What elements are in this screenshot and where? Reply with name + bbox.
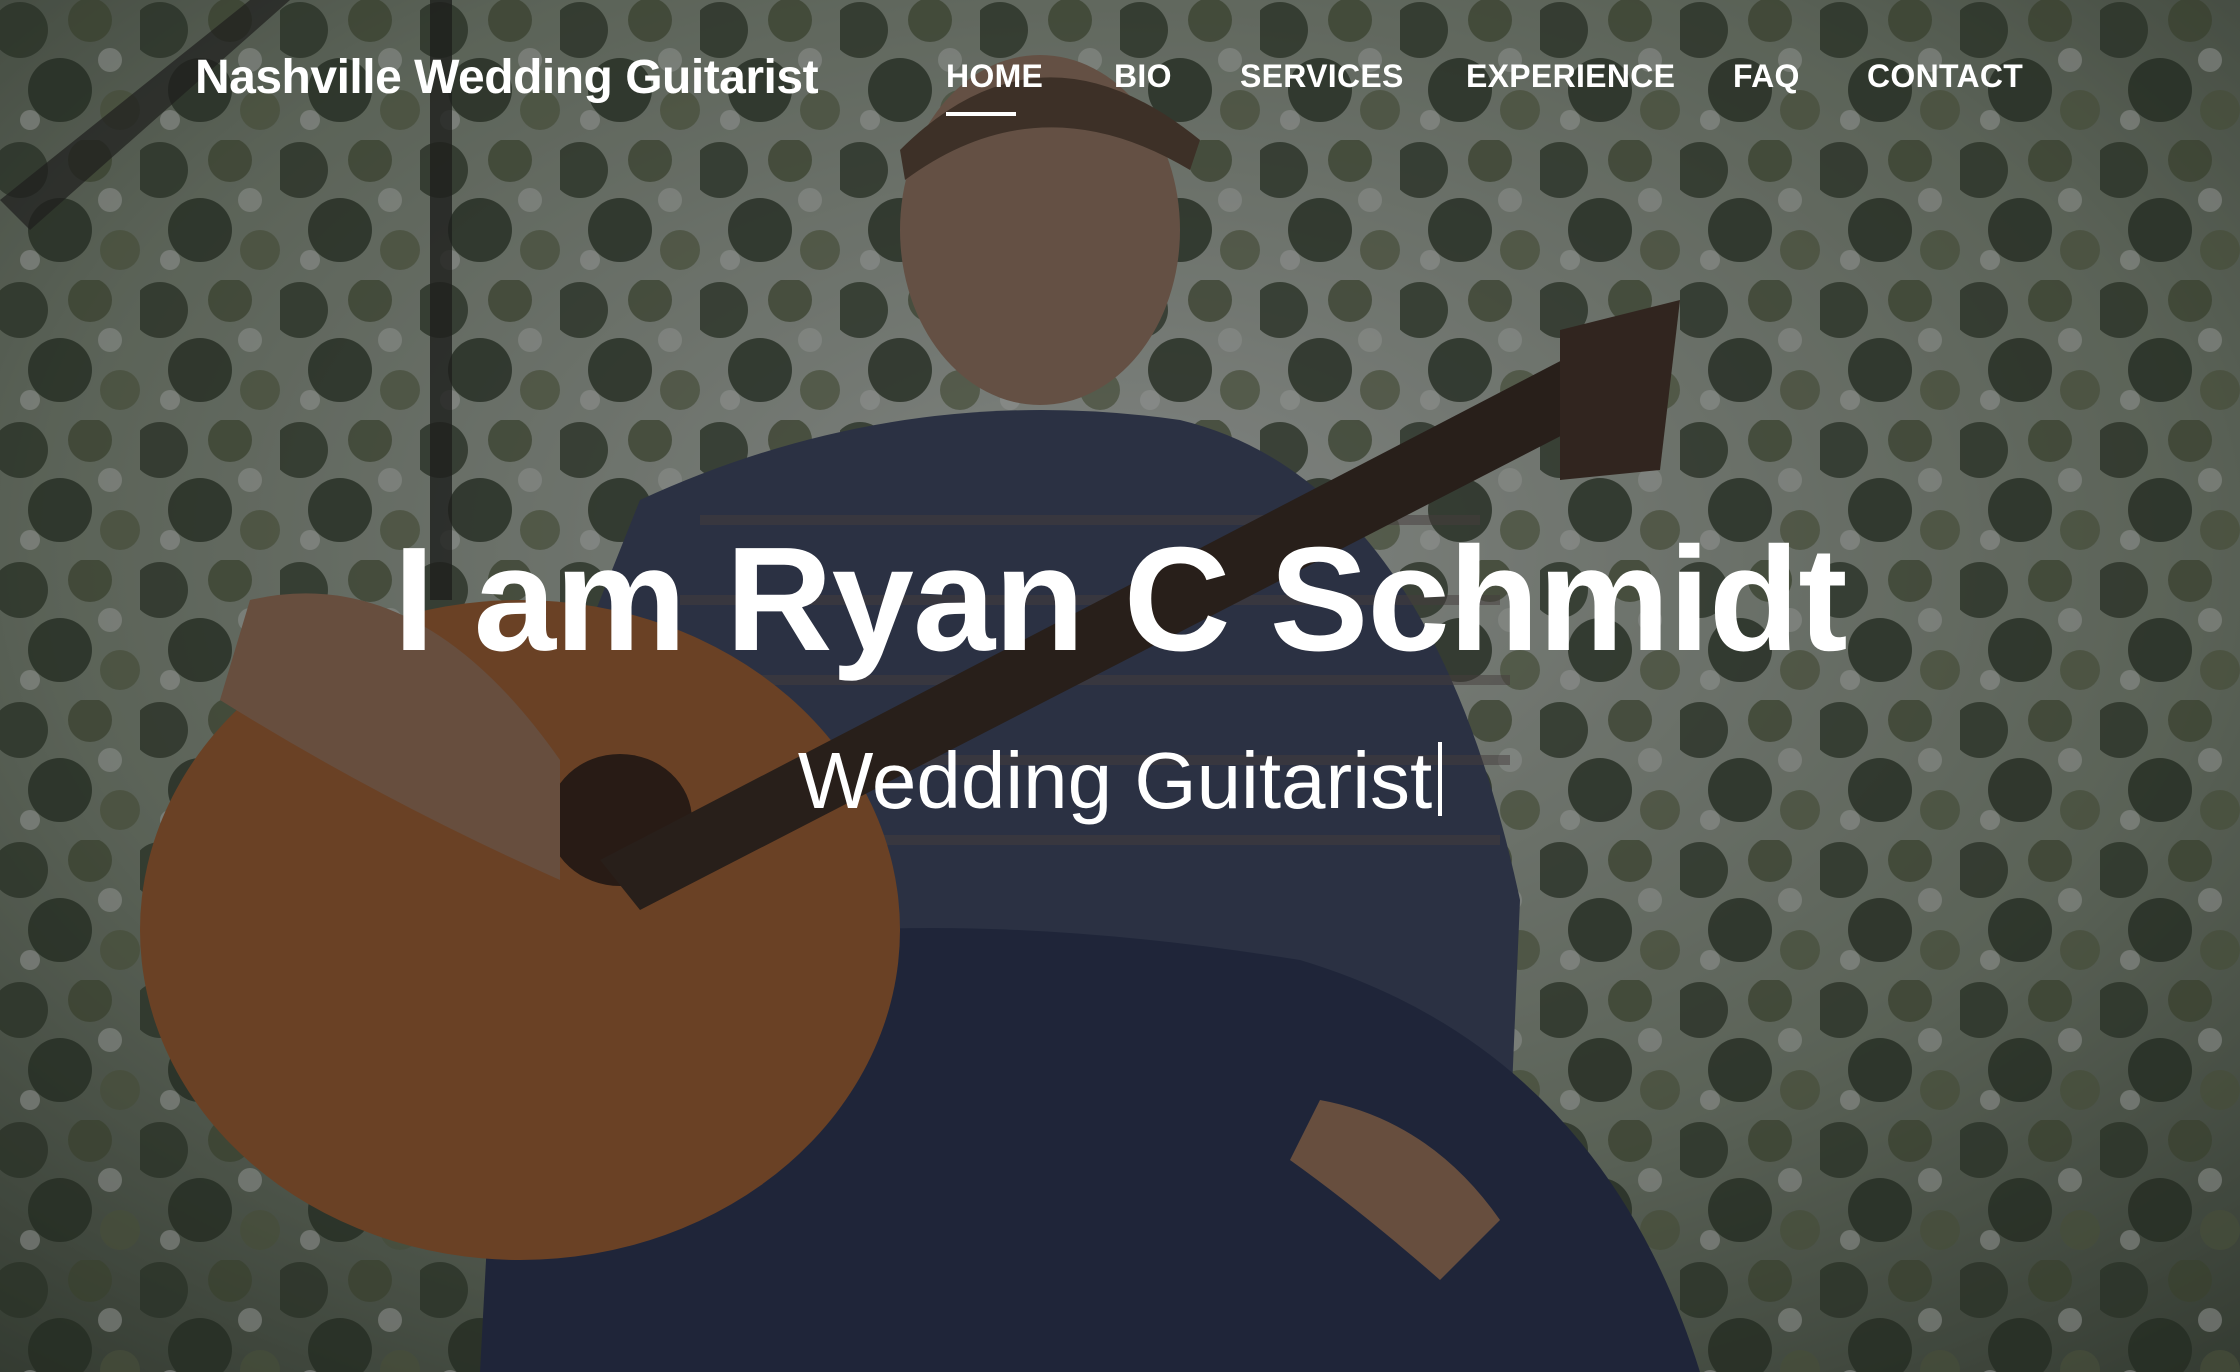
nav-item-bio[interactable]: BIO	[1114, 58, 1172, 95]
hero-title: I am Ryan C Schmidt	[393, 517, 1847, 682]
hero-overlay	[0, 0, 2240, 1372]
main-nav: HOME BIO SERVICES EXPERIENCE FAQ CONTACT	[0, 58, 2240, 128]
typing-cursor	[1438, 742, 1443, 816]
nav-item-experience[interactable]: EXPERIENCE	[1466, 58, 1675, 95]
hero-subtitle-text: Wedding Guitarist	[797, 736, 1433, 825]
hero-subtitle: Wedding Guitarist	[0, 735, 2240, 827]
nav-item-faq[interactable]: FAQ	[1733, 58, 1800, 95]
hero-section: Nashville Wedding Guitarist HOME BIO SER…	[0, 0, 2240, 1372]
site-header: Nashville Wedding Guitarist HOME BIO SER…	[0, 0, 2240, 170]
nav-item-home[interactable]: HOME	[946, 58, 1043, 116]
nav-item-contact[interactable]: CONTACT	[1867, 58, 2023, 95]
nav-item-services[interactable]: SERVICES	[1240, 58, 1404, 95]
